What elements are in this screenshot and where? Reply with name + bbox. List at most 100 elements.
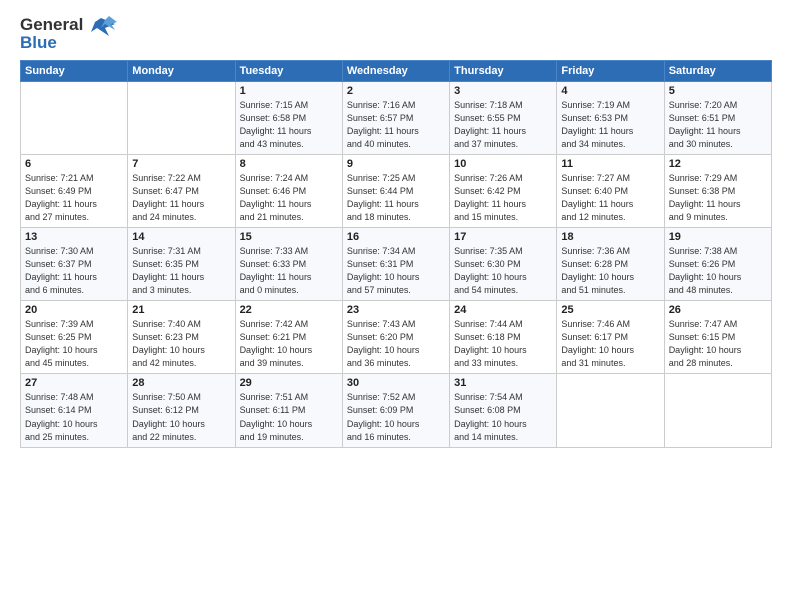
day-info: Sunrise: 7:18 AM Sunset: 6:55 PM Dayligh… <box>454 99 552 151</box>
week-row-2: 6 Sunrise: 7:21 AM Sunset: 6:49 PM Daylig… <box>21 154 772 227</box>
logo-blue: Blue <box>20 34 83 52</box>
day-number: 16 <box>347 231 445 243</box>
day-info: Sunrise: 7:22 AM Sunset: 6:47 PM Dayligh… <box>132 172 230 224</box>
calendar-page: General Blue SundayMondayTuesdayWednesda… <box>0 0 792 612</box>
day-info: Sunrise: 7:47 AM Sunset: 6:15 PM Dayligh… <box>669 318 767 370</box>
day-info: Sunrise: 7:20 AM Sunset: 6:51 PM Dayligh… <box>669 99 767 151</box>
day-cell: 5 Sunrise: 7:20 AM Sunset: 6:51 PM Daylig… <box>664 81 771 154</box>
day-cell: 15 Sunrise: 7:33 AM Sunset: 6:33 PM Dayli… <box>235 228 342 301</box>
day-cell: 17 Sunrise: 7:35 AM Sunset: 6:30 PM Dayli… <box>450 228 557 301</box>
day-cell: 29 Sunrise: 7:51 AM Sunset: 6:11 PM Dayli… <box>235 374 342 447</box>
day-number: 17 <box>454 231 552 243</box>
day-cell: 27Sunrise: 7:48 AM Sunset: 6:14 PM Dayli… <box>21 374 128 447</box>
day-number: 4 <box>561 85 659 97</box>
col-header-sunday: Sunday <box>21 60 128 81</box>
day-number: 24 <box>454 304 552 316</box>
day-number: 10 <box>454 158 552 170</box>
day-info: Sunrise: 7:26 AM Sunset: 6:42 PM Dayligh… <box>454 172 552 224</box>
day-info: Sunrise: 7:25 AM Sunset: 6:44 PM Dayligh… <box>347 172 445 224</box>
day-cell: 13Sunrise: 7:30 AM Sunset: 6:37 PM Dayli… <box>21 228 128 301</box>
day-cell: 21 Sunrise: 7:40 AM Sunset: 6:23 PM Dayli… <box>128 301 235 374</box>
col-header-monday: Monday <box>128 60 235 81</box>
week-row-3: 13Sunrise: 7:30 AM Sunset: 6:37 PM Dayli… <box>21 228 772 301</box>
day-info: Sunrise: 7:19 AM Sunset: 6:53 PM Dayligh… <box>561 99 659 151</box>
day-info: Sunrise: 7:40 AM Sunset: 6:23 PM Dayligh… <box>132 318 230 370</box>
day-cell: 18 Sunrise: 7:36 AM Sunset: 6:28 PM Dayli… <box>557 228 664 301</box>
day-info: Sunrise: 7:30 AM Sunset: 6:37 PM Dayligh… <box>25 245 123 297</box>
header: General Blue <box>20 16 772 52</box>
calendar-table: SundayMondayTuesdayWednesdayThursdayFrid… <box>20 60 772 448</box>
day-info: Sunrise: 7:34 AM Sunset: 6:31 PM Dayligh… <box>347 245 445 297</box>
day-info: Sunrise: 7:21 AM Sunset: 6:49 PM Dayligh… <box>25 172 123 224</box>
day-info: Sunrise: 7:27 AM Sunset: 6:40 PM Dayligh… <box>561 172 659 224</box>
day-number: 8 <box>240 158 338 170</box>
day-info: Sunrise: 7:54 AM Sunset: 6:08 PM Dayligh… <box>454 391 552 443</box>
day-cell: 31 Sunrise: 7:54 AM Sunset: 6:08 PM Dayli… <box>450 374 557 447</box>
day-cell: 1Sunrise: 7:15 AM Sunset: 6:58 PM Daylig… <box>235 81 342 154</box>
day-number: 1 <box>240 85 338 97</box>
col-header-wednesday: Wednesday <box>342 60 449 81</box>
day-info: Sunrise: 7:52 AM Sunset: 6:09 PM Dayligh… <box>347 391 445 443</box>
day-number: 19 <box>669 231 767 243</box>
col-header-friday: Friday <box>557 60 664 81</box>
day-cell: 30 Sunrise: 7:52 AM Sunset: 6:09 PM Dayli… <box>342 374 449 447</box>
day-cell: 23Sunrise: 7:43 AM Sunset: 6:20 PM Dayli… <box>342 301 449 374</box>
day-cell <box>557 374 664 447</box>
day-info: Sunrise: 7:36 AM Sunset: 6:28 PM Dayligh… <box>561 245 659 297</box>
day-number: 23 <box>347 304 445 316</box>
day-cell <box>128 81 235 154</box>
day-info: Sunrise: 7:42 AM Sunset: 6:21 PM Dayligh… <box>240 318 338 370</box>
day-cell: 26 Sunrise: 7:47 AM Sunset: 6:15 PM Dayli… <box>664 301 771 374</box>
logo-bird-icon <box>87 14 117 50</box>
day-cell <box>21 81 128 154</box>
day-info: Sunrise: 7:31 AM Sunset: 6:35 PM Dayligh… <box>132 245 230 297</box>
day-number: 31 <box>454 377 552 389</box>
day-number: 26 <box>669 304 767 316</box>
day-number: 2 <box>347 85 445 97</box>
day-info: Sunrise: 7:16 AM Sunset: 6:57 PM Dayligh… <box>347 99 445 151</box>
day-info: Sunrise: 7:29 AM Sunset: 6:38 PM Dayligh… <box>669 172 767 224</box>
day-cell: 7 Sunrise: 7:22 AM Sunset: 6:47 PM Daylig… <box>128 154 235 227</box>
day-cell: 9 Sunrise: 7:25 AM Sunset: 6:44 PM Daylig… <box>342 154 449 227</box>
day-number: 14 <box>132 231 230 243</box>
day-cell: 16 Sunrise: 7:34 AM Sunset: 6:31 PM Dayli… <box>342 228 449 301</box>
week-row-1: 1Sunrise: 7:15 AM Sunset: 6:58 PM Daylig… <box>21 81 772 154</box>
logo-general: General <box>20 16 83 34</box>
day-number: 11 <box>561 158 659 170</box>
day-cell: 19Sunrise: 7:38 AM Sunset: 6:26 PM Dayli… <box>664 228 771 301</box>
day-number: 5 <box>669 85 767 97</box>
day-number: 29 <box>240 377 338 389</box>
day-info: Sunrise: 7:51 AM Sunset: 6:11 PM Dayligh… <box>240 391 338 443</box>
day-number: 30 <box>347 377 445 389</box>
day-cell: 12 Sunrise: 7:29 AM Sunset: 6:38 PM Dayli… <box>664 154 771 227</box>
day-cell: 22 Sunrise: 7:42 AM Sunset: 6:21 PM Dayli… <box>235 301 342 374</box>
day-number: 21 <box>132 304 230 316</box>
day-info: Sunrise: 7:44 AM Sunset: 6:18 PM Dayligh… <box>454 318 552 370</box>
day-number: 22 <box>240 304 338 316</box>
day-cell: 3 Sunrise: 7:18 AM Sunset: 6:55 PM Daylig… <box>450 81 557 154</box>
day-cell: 20Sunrise: 7:39 AM Sunset: 6:25 PM Dayli… <box>21 301 128 374</box>
day-info: Sunrise: 7:48 AM Sunset: 6:14 PM Dayligh… <box>25 391 123 443</box>
week-row-5: 27Sunrise: 7:48 AM Sunset: 6:14 PM Dayli… <box>21 374 772 447</box>
day-number: 15 <box>240 231 338 243</box>
day-cell: 2 Sunrise: 7:16 AM Sunset: 6:57 PM Daylig… <box>342 81 449 154</box>
day-cell: 14 Sunrise: 7:31 AM Sunset: 6:35 PM Dayli… <box>128 228 235 301</box>
day-number: 9 <box>347 158 445 170</box>
day-info: Sunrise: 7:39 AM Sunset: 6:25 PM Dayligh… <box>25 318 123 370</box>
day-info: Sunrise: 7:24 AM Sunset: 6:46 PM Dayligh… <box>240 172 338 224</box>
day-number: 12 <box>669 158 767 170</box>
day-info: Sunrise: 7:46 AM Sunset: 6:17 PM Dayligh… <box>561 318 659 370</box>
header-row: SundayMondayTuesdayWednesdayThursdayFrid… <box>21 60 772 81</box>
day-number: 3 <box>454 85 552 97</box>
col-header-thursday: Thursday <box>450 60 557 81</box>
week-row-4: 20Sunrise: 7:39 AM Sunset: 6:25 PM Dayli… <box>21 301 772 374</box>
day-info: Sunrise: 7:35 AM Sunset: 6:30 PM Dayligh… <box>454 245 552 297</box>
day-info: Sunrise: 7:33 AM Sunset: 6:33 PM Dayligh… <box>240 245 338 297</box>
logo: General Blue <box>20 16 117 52</box>
day-cell: 6 Sunrise: 7:21 AM Sunset: 6:49 PM Daylig… <box>21 154 128 227</box>
day-number: 7 <box>132 158 230 170</box>
day-number: 18 <box>561 231 659 243</box>
day-number: 6 <box>25 158 123 170</box>
day-cell: 25Sunrise: 7:46 AM Sunset: 6:17 PM Dayli… <box>557 301 664 374</box>
day-cell: 4 Sunrise: 7:19 AM Sunset: 6:53 PM Daylig… <box>557 81 664 154</box>
